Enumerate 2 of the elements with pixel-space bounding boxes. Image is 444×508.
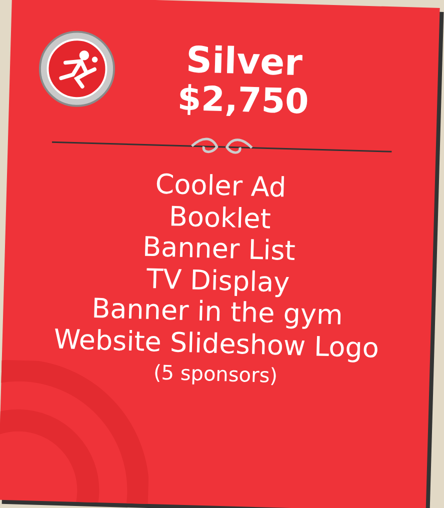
sponsor-count-note: (5 sponsors)	[153, 360, 278, 388]
runner-badge-icon	[36, 28, 118, 109]
